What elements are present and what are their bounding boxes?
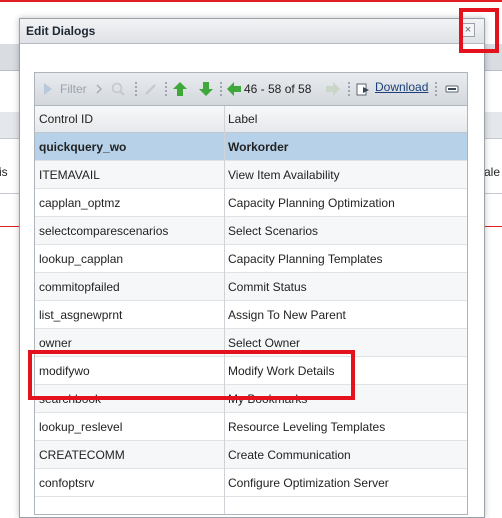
page-info: 46 - 58 of 58 [244, 82, 312, 96]
control-id-cell: list_asgnewprnt [39, 308, 123, 322]
next-page-icon[interactable] [325, 81, 341, 97]
table-row[interactable]: CREATECOMM Create Communication [35, 441, 467, 469]
table-row[interactable]: commitopfailed Commit Status [35, 273, 467, 301]
arrow-up-icon[interactable] [172, 81, 188, 97]
chevron-right-icon [96, 84, 103, 94]
label-cell: Capacity Planning Optimization [228, 196, 395, 210]
background-toolbar [0, 44, 20, 71]
label-cell: Create Communication [228, 448, 351, 462]
pencil-icon[interactable] [143, 81, 159, 97]
table-row[interactable]: lookup_reslevel Resource Leveling Templat… [35, 413, 467, 441]
control-id-cell: owner [39, 336, 72, 350]
table-row[interactable]: confoptsrv Configure Optimization Server [35, 469, 467, 497]
filter-arrow-icon[interactable] [43, 81, 53, 97]
search-icon[interactable] [110, 81, 126, 97]
column-header-label[interactable]: Label [228, 112, 257, 126]
table-row[interactable]: ITEMAVAIL View Item Availability [35, 161, 467, 189]
minimize-icon[interactable] [445, 81, 459, 97]
column-divider [224, 106, 225, 514]
toolbar-separator [165, 81, 167, 97]
label-cell: View Item Availability [228, 168, 340, 182]
background-divider-right [484, 193, 502, 194]
control-id-cell: capplan_optmz [39, 196, 121, 210]
table-row[interactable]: capplan_optmz Capacity Planning Optimizat… [35, 189, 467, 217]
toolbar-separator [135, 81, 137, 97]
background-header [0, 112, 20, 139]
close-button-highlight [459, 8, 499, 53]
label-cell: Select Owner [228, 336, 301, 350]
dialog-title: Edit Dialogs [26, 24, 96, 38]
arrow-down-icon[interactable] [198, 81, 214, 97]
edit-dialogs-window: Edit Dialogs × Filter 46 - 58 of 58 Down… [19, 18, 485, 518]
background-divider [0, 193, 20, 194]
control-id-cell: selectcomparescenarios [39, 224, 169, 238]
table-header: Control ID Label [35, 106, 467, 133]
modifywo-row-highlight [28, 350, 355, 400]
previous-page-icon[interactable] [226, 81, 242, 97]
download-icon[interactable] [355, 81, 371, 97]
label-cell: Commit Status [228, 280, 307, 294]
toolbar-separator [348, 81, 350, 97]
filter-button[interactable]: Filter [60, 81, 87, 97]
table-row[interactable]: lookup_capplan Capacity Planning Template… [35, 245, 467, 273]
dialogs-table-panel: Filter 46 - 58 of 58 Download Control ID… [34, 72, 468, 515]
label-cell: Configure Optimization Server [228, 476, 389, 490]
background-text-right: ale [484, 165, 501, 179]
control-id-cell: lookup_capplan [39, 252, 124, 266]
background-red-line-right [484, 226, 502, 227]
column-header-control-id[interactable]: Control ID [39, 112, 93, 126]
label-cell: Select Scenarios [228, 224, 319, 238]
label-cell: Workorder [228, 140, 289, 154]
dialog-title-bar: Edit Dialogs × [20, 19, 484, 44]
table-row[interactable]: selectcomparescenarios Select Scenarios [35, 217, 467, 245]
toolbar-separator [435, 81, 437, 97]
control-id-cell: lookup_reslevel [39, 420, 123, 434]
background-red-line [0, 226, 20, 227]
control-id-cell: commitopfailed [39, 280, 120, 294]
label-cell: Capacity Planning Templates [228, 252, 383, 266]
control-id-cell: quickquery_wo [39, 140, 127, 154]
control-id-cell: ITEMAVAIL [39, 168, 100, 182]
background-accent-line [0, 0, 502, 2]
download-link[interactable]: Download [375, 79, 428, 95]
table-row[interactable]: list_asgnewprnt Assign To New Parent [35, 301, 467, 329]
background-text-left: is [0, 165, 8, 179]
label-cell: Resource Leveling Templates [228, 420, 386, 434]
toolbar-separator [220, 81, 222, 97]
table-toolbar: Filter 46 - 58 of 58 Download [35, 73, 467, 106]
control-id-cell: CREATECOMM [39, 448, 125, 462]
table-row[interactable]: quickquery_wo Workorder [35, 133, 467, 161]
label-cell: Assign To New Parent [228, 308, 346, 322]
background-header-right [484, 112, 502, 139]
control-id-cell: confoptsrv [39, 476, 95, 490]
